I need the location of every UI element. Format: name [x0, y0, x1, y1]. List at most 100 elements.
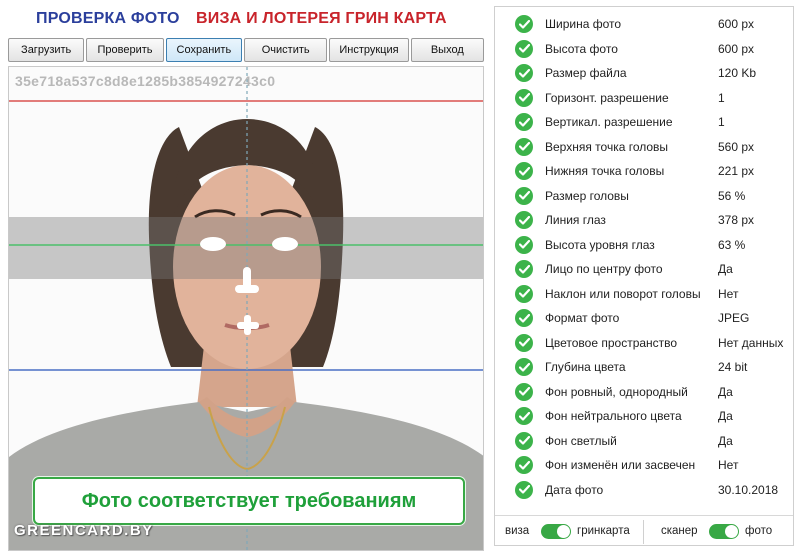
check-ok-icon	[515, 260, 533, 279]
check-row: Горизонт. разрешение 1	[495, 86, 793, 111]
check-value: Да	[718, 409, 733, 424]
check-label: Фон изменён или засвечен	[545, 458, 696, 473]
check-ok-icon	[515, 309, 533, 328]
check-value: 56 %	[718, 188, 746, 203]
check-row: Высота фото 600 px	[495, 37, 793, 62]
check-label: Горизонт. разрешение	[545, 90, 669, 105]
check-row: Размер головы 56 %	[495, 184, 793, 209]
check-ok-icon	[515, 64, 533, 83]
check-row: Формат фото JPEG	[495, 306, 793, 331]
visa-greencard-switch[interactable]	[541, 524, 571, 539]
check-value: JPEG	[718, 311, 750, 326]
check-label: Высота фото	[545, 41, 618, 56]
check-ok-icon	[515, 407, 533, 426]
check-row: Ширина фото 600 px	[495, 12, 793, 37]
check-row: Фон ровный, однородный Да	[495, 380, 793, 405]
check-row: Верхняя точка головы 560 px	[495, 135, 793, 160]
check-label: Размер головы	[545, 188, 629, 203]
check-ok-icon	[515, 235, 533, 254]
check-value: 560 px	[718, 139, 755, 154]
check-ok-icon	[515, 333, 533, 352]
check-ok-icon	[515, 186, 533, 205]
clear-button[interactable]: Очистить	[244, 38, 328, 62]
check-label: Глубина цвета	[545, 360, 626, 375]
check-label: Линия глаз	[545, 213, 606, 228]
check-value: Нет	[718, 286, 739, 301]
check-value: Да	[718, 433, 733, 448]
check-ok-icon	[515, 431, 533, 450]
toggle-greencard-label: гринкарта	[577, 525, 630, 537]
instruction-button[interactable]: Инструкция	[329, 38, 409, 62]
check-value: Да	[718, 262, 733, 277]
check-row: Размер файла 120 Kb	[495, 61, 793, 86]
check-row: Глубина цвета 24 bit	[495, 355, 793, 380]
check-ok-icon	[515, 113, 533, 132]
check-ok-icon	[515, 456, 533, 475]
app-title-visa: ВИЗА И ЛОТЕРЕЯ ГРИН КАРТА	[196, 10, 447, 27]
check-results-panel: Ширина фото 600 px Высота фото 600 px Размер…	[494, 6, 794, 546]
exit-button[interactable]: Выход	[410, 38, 484, 62]
check-row: Наклон или поворот головы Нет	[495, 282, 793, 307]
save-button[interactable]: Сохранить	[165, 38, 243, 62]
check-row: Фон изменён или засвечен Нет	[495, 453, 793, 478]
check-label: Цветовое пространство	[545, 335, 678, 350]
load-button[interactable]: Загрузить	[8, 38, 85, 62]
check-value: 63 %	[718, 237, 746, 252]
result-text: Фото соответствует требованиям	[81, 489, 417, 512]
check-label: Размер файла	[545, 66, 627, 81]
toggle-scanner-label: сканер	[661, 525, 698, 537]
check-row: Линия глаз 378 px	[495, 208, 793, 233]
check-value: 1	[718, 90, 725, 105]
check-value: 30.10.2018	[718, 482, 779, 497]
photo-viewer[interactable]: 35e718a537c8d8e1285b3854927243c0 Фото со…	[8, 66, 484, 551]
toolbar: Загрузить Проверить Сохранить Очистить И…	[8, 38, 484, 62]
check-value: 221 px	[718, 164, 755, 179]
check-label: Фон нейтрального цвета	[545, 409, 682, 424]
check-value: Да	[718, 384, 733, 399]
app-title-check: ПРОВЕРКА ФОТО	[36, 10, 180, 27]
check-label: Верхняя точка головы	[545, 139, 669, 154]
check-row: Нижняя точка головы 221 px	[495, 159, 793, 184]
toggle-visa-label: виза	[505, 525, 530, 537]
check-label: Формат фото	[545, 311, 620, 326]
check-value: 120 Kb	[718, 66, 757, 81]
result-banner: Фото соответствует требованиям	[33, 477, 465, 525]
check-ok-icon	[515, 211, 533, 230]
check-value: 600 px	[718, 17, 755, 32]
toggle-photo-label: фото	[745, 525, 773, 537]
check-ok-icon	[515, 382, 533, 401]
check-label: Наклон или поворот головы	[545, 286, 701, 301]
check-ok-icon	[515, 284, 533, 303]
check-label: Нижняя точка головы	[545, 164, 665, 179]
check-value: 600 px	[718, 41, 755, 56]
check-label: Лицо по центру фото	[545, 262, 663, 277]
check-ok-icon	[515, 162, 533, 181]
check-ok-icon	[515, 480, 533, 499]
check-row: Цветовое пространство Нет данных	[495, 331, 793, 356]
check-ok-icon	[515, 15, 533, 34]
check-label: Фон светлый	[545, 433, 617, 448]
switch-knob	[725, 525, 738, 538]
check-value: 378 px	[718, 213, 755, 228]
check-label: Ширина фото	[545, 17, 622, 32]
check-label: Дата фото	[545, 482, 604, 497]
mode-toggles: виза гринкарта сканер фото	[495, 515, 793, 545]
switch-knob	[557, 525, 570, 538]
check-button[interactable]: Проверить	[86, 38, 164, 62]
scanner-photo-switch[interactable]	[709, 524, 739, 539]
check-list: Ширина фото 600 px Высота фото 600 px Размер…	[495, 12, 793, 502]
check-value: 24 bit	[718, 360, 748, 375]
check-value: Нет данных	[718, 335, 784, 350]
check-row: Фон светлый Да	[495, 429, 793, 454]
check-ok-icon	[515, 358, 533, 377]
check-label: Фон ровный, однородный	[545, 384, 688, 399]
check-row: Фон нейтрального цвета Да	[495, 404, 793, 429]
toggle-divider	[643, 520, 644, 544]
check-label: Высота уровня глаз	[545, 237, 655, 252]
check-row: Лицо по центру фото Да	[495, 257, 793, 282]
check-row: Вертикал. разрешение 1	[495, 110, 793, 135]
check-value: 1	[718, 115, 725, 130]
check-ok-icon	[515, 39, 533, 58]
check-ok-icon	[515, 137, 533, 156]
app-header: ПРОВЕРКА ФОТО ВИЗА И ЛОТЕРЕЯ ГРИН КАРТА	[0, 0, 488, 36]
